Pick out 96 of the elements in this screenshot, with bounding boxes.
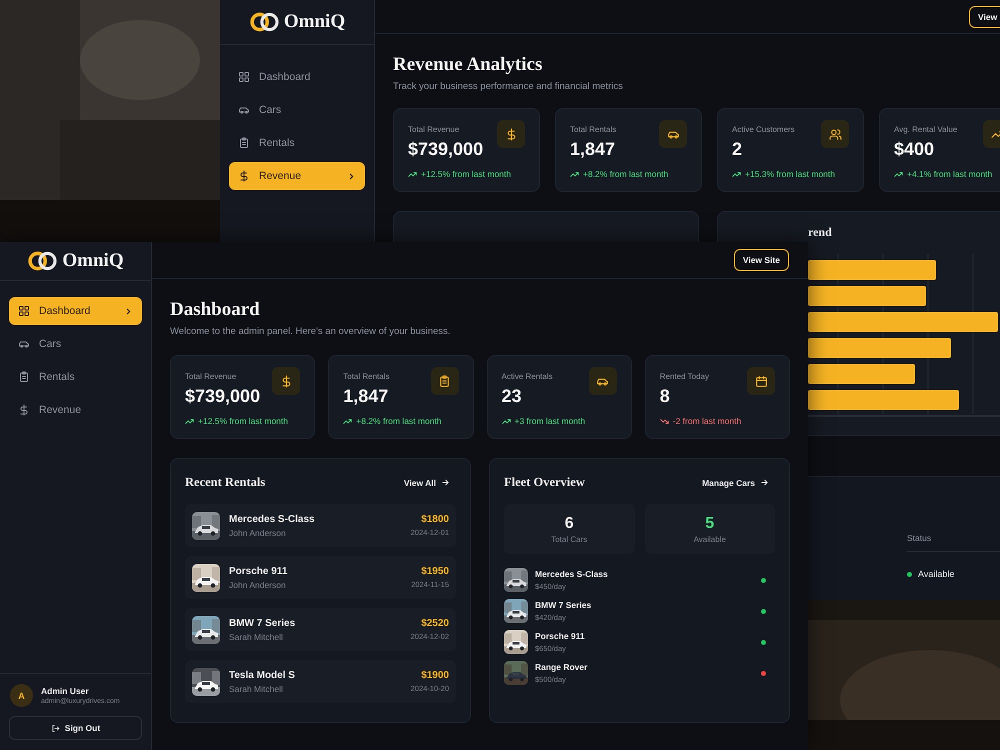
page-subtitle: Track your business performance and financial metrics [393, 81, 624, 92]
stat-label: Active Customers [732, 125, 795, 134]
rings-logo-icon [27, 250, 60, 272]
chevron-icon [124, 306, 133, 316]
sidebar-item[interactable]: Cars [229, 96, 365, 124]
panel-title: Recent Rentals [185, 475, 266, 490]
arrow-right-icon [760, 478, 769, 487]
trend-up-icon [185, 416, 194, 426]
view-site-button[interactable]: View [969, 6, 1000, 28]
panel-title: Fleet Overview [504, 475, 585, 490]
view-site-button[interactable]: View Site [734, 249, 789, 271]
trend-up-icon [894, 170, 903, 178]
sidebar-item[interactable]: Revenue [229, 162, 365, 190]
trend-down-icon [660, 416, 669, 426]
grid-icon [18, 305, 30, 317]
sidebar-item[interactable]: Dashboard [229, 63, 365, 91]
stat-value: $400 [894, 139, 936, 160]
change-text: -2 from last month [672, 416, 742, 426]
car-name: BMW 7 Series [535, 600, 592, 610]
change-text: +4.1% from last month [907, 169, 992, 179]
stat-value: 1,847 [343, 386, 390, 407]
stat-label: Total Rentals [343, 372, 390, 381]
car-name: Mercedes S-Class [229, 514, 316, 524]
stat-label: Total Rentals [570, 125, 616, 134]
arrow-right-icon [441, 478, 450, 487]
sidebar-item[interactable]: Rentals [9, 363, 142, 391]
page-subtitle: Welcome to the admin panel. Here's an overview of your business. [170, 326, 452, 337]
change-text: +12.5% from last month [421, 169, 512, 179]
customer-name: John Anderson [229, 528, 287, 538]
car-name: Porsche 911 [229, 566, 288, 576]
dollar-icon [238, 170, 250, 182]
brand-name: OmniQ [284, 11, 346, 33]
stat-value: $739,000 [185, 386, 260, 407]
users-icon [828, 128, 842, 140]
clipboard-icon [18, 371, 30, 383]
clipboard-icon [438, 374, 451, 388]
dollar-icon [18, 404, 30, 416]
table-cell: Available [918, 569, 954, 579]
stat-value: 23 [502, 386, 523, 407]
clipboard-icon [238, 137, 250, 149]
brand-name: OmniQ [62, 250, 124, 272]
chevron-icon [347, 172, 356, 180]
rental-price: $1800 [421, 514, 449, 525]
trend-up-icon [343, 416, 352, 426]
customer-name: Sarah Mitchell [229, 684, 284, 694]
rental-price: $1900 [421, 670, 449, 681]
stat-value: $739,000 [408, 139, 484, 160]
change-text: +12.5% from last month [198, 416, 288, 426]
change-text: +8.2% from last month [583, 169, 668, 179]
fleet-stat-value: 6 [564, 514, 574, 532]
sidebar-item[interactable]: Cars [9, 330, 142, 358]
trend-up-icon [502, 416, 510, 426]
calendar-icon [754, 374, 768, 388]
stat-label: Total Revenue [185, 372, 238, 381]
stat-value: 1,847 [570, 139, 616, 160]
sign-out-button[interactable]: Sign Out [9, 716, 142, 740]
page-title: Revenue Analytics [393, 54, 544, 76]
change-text: +15.3% from last month [745, 169, 836, 179]
sign-out-icon [50, 724, 60, 732]
header-link[interactable]: Manage Cars [702, 478, 769, 488]
stat-label: Total Revenue [408, 125, 460, 134]
dollar-icon [280, 374, 293, 388]
avatar: A [10, 684, 33, 707]
fleet-stat-value: 5 [705, 514, 714, 532]
customer-name: John Anderson [229, 580, 287, 590]
trend-up-icon [570, 170, 579, 178]
stat-value: 2 [732, 139, 744, 160]
trend-up-icon [732, 170, 741, 178]
car-name: BMW 7 Series [229, 618, 296, 628]
sidebar-item[interactable]: Rentals [229, 129, 365, 157]
chart-title: rend [808, 225, 833, 240]
user-name: Admin User [41, 686, 90, 696]
rings-logo-icon [248, 11, 281, 33]
change-text: +8.2% from last month [356, 416, 442, 426]
sidebar-item[interactable]: Dashboard [9, 297, 142, 325]
stat-label: Rented Today [660, 372, 709, 381]
rental-price: $1950 [421, 566, 449, 577]
trend-up-icon [408, 170, 417, 178]
stat-label: Avg. Rental Value [894, 125, 958, 134]
car-name: Tesla Model S [229, 670, 296, 680]
change-text: +3 from last month [514, 416, 586, 426]
rental-price: $2520 [421, 618, 449, 629]
grid-icon [238, 71, 250, 83]
stat-value: 8 [660, 386, 671, 407]
column-header: Status [907, 533, 1000, 552]
fleet-stat-label: Available [694, 534, 726, 544]
car-name: Porsche 911 [535, 631, 586, 641]
dollar-icon [504, 128, 518, 140]
car-name: Range Rover [535, 662, 588, 672]
stat-label: Active Rentals [502, 372, 553, 381]
customer-name: Sarah Mitchell [229, 632, 284, 642]
page-title: Dashboard [170, 299, 261, 321]
car-name: Mercedes S-Class [535, 569, 609, 579]
fleet-stat-label: Total Cars [551, 534, 588, 544]
sidebar-item[interactable]: Revenue [9, 396, 142, 424]
header-link[interactable]: View All [404, 478, 450, 488]
